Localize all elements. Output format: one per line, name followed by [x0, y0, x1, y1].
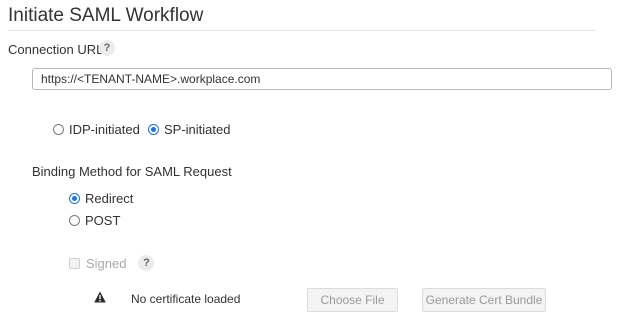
generate-cert-bundle-button[interactable]: Generate Cert Bundle — [422, 288, 546, 312]
sp-initiated-label: SP-initiated — [164, 122, 231, 137]
connection-url-help-icon[interactable]: ? — [99, 40, 115, 56]
redirect-label: Redirect — [85, 191, 134, 206]
choose-file-button[interactable]: Choose File — [307, 288, 398, 312]
post-option[interactable]: POST — [69, 213, 120, 228]
post-radio[interactable] — [69, 215, 80, 226]
certificate-status-text: No certificate loaded — [131, 292, 241, 306]
connection-url-input[interactable] — [32, 68, 612, 90]
connection-url-label: Connection URL — [8, 42, 104, 57]
signed-help-icon[interactable]: ? — [138, 255, 155, 271]
binding-method-label: Binding Method for SAML Request — [32, 164, 232, 179]
redirect-radio[interactable] — [69, 193, 80, 204]
signed-option: Signed ? — [69, 255, 155, 271]
sp-initiated-radio[interactable] — [148, 124, 159, 135]
redirect-option[interactable]: Redirect — [69, 191, 133, 206]
title-divider — [8, 30, 596, 31]
idp-initiated-option[interactable]: IDP-initiated — [53, 122, 140, 137]
post-label: POST — [85, 213, 121, 228]
idp-initiated-radio[interactable] — [53, 124, 64, 135]
warning-triangle-icon — [94, 291, 106, 303]
signed-label: Signed — [86, 255, 127, 271]
signed-checkbox — [69, 257, 80, 269]
sp-initiated-option[interactable]: SP-initiated — [148, 122, 230, 137]
page-title: Initiate SAML Workflow — [8, 5, 204, 26]
idp-initiated-label: IDP-initiated — [69, 122, 140, 137]
